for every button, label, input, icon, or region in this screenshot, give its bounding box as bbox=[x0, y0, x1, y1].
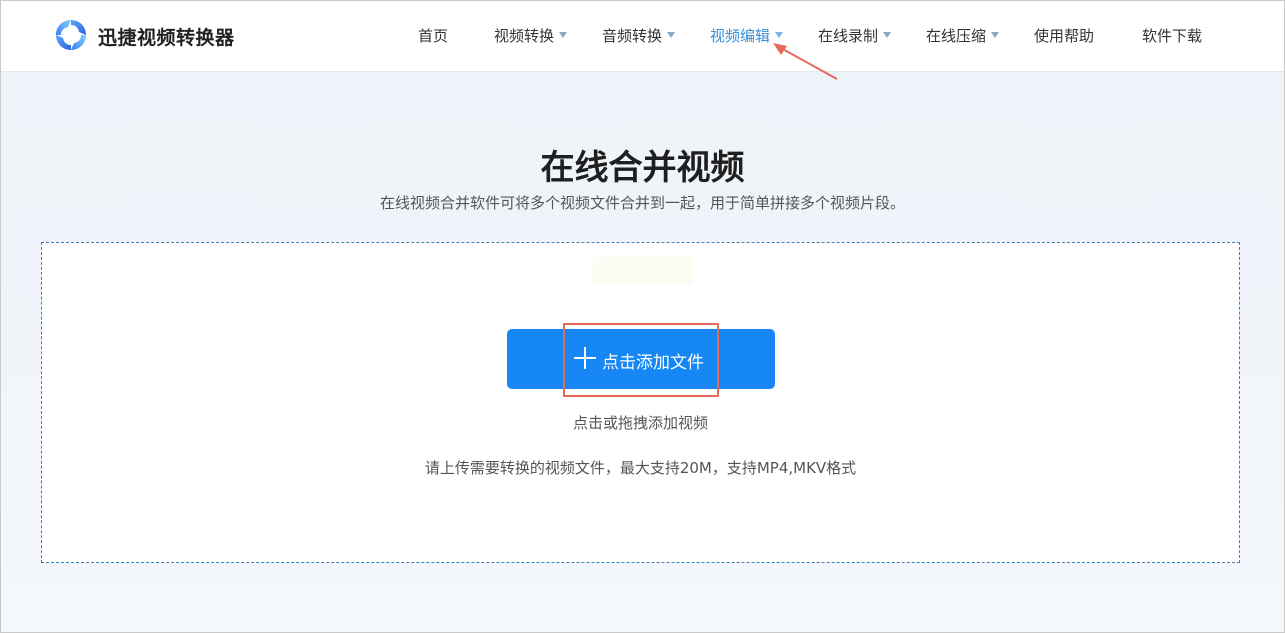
chevron-down-icon bbox=[775, 32, 784, 38]
chevron-down-icon bbox=[667, 32, 676, 38]
top-navbar: 迅捷视频转换器 首页 视频转换 音频转换 视频编辑 在线录制 在线压缩 使用帮助… bbox=[1, 1, 1284, 72]
main-content: 在线合并视频 在线视频合并软件可将多个视频文件合并到一起，用于简单拼接多个视频片… bbox=[1, 72, 1284, 632]
page-title: 在线合并视频 bbox=[540, 148, 745, 188]
nav-online-compress[interactable]: 在线压缩 bbox=[926, 25, 1000, 46]
upload-hint: 点击或拖拽添加视频 bbox=[572, 414, 708, 432]
nav-video-edit-label: 视频编辑 bbox=[710, 27, 771, 45]
nav-online-compress-label: 在线压缩 bbox=[926, 27, 987, 45]
page-subtitle: 在线视频合并软件可将多个视频文件合并到一起，用于简单拼接多个视频片段。 bbox=[379, 194, 905, 212]
nav-video-convert-label: 视频转换 bbox=[494, 27, 555, 45]
logo-icon[interactable] bbox=[53, 17, 89, 53]
plus-icon bbox=[574, 347, 596, 369]
nav-audio-convert[interactable]: 音频转换 bbox=[602, 25, 676, 46]
chevron-down-icon bbox=[559, 32, 568, 38]
nav-audio-convert-label: 音频转换 bbox=[602, 27, 663, 45]
nav-help-label: 使用帮助 bbox=[1034, 27, 1095, 45]
brand-name[interactable]: 迅捷视频转换器 bbox=[98, 23, 235, 50]
nav-video-convert[interactable]: 视频转换 bbox=[494, 25, 568, 46]
add-file-button-label: 点击添加文件 bbox=[602, 353, 704, 373]
nav-download-label: 软件下载 bbox=[1142, 27, 1203, 45]
page-frame: 迅捷视频转换器 首页 视频转换 音频转换 视频编辑 在线录制 在线压缩 使用帮助… bbox=[0, 0, 1285, 633]
add-file-button[interactable]: 点击添加文件 bbox=[507, 329, 775, 389]
chevron-down-icon bbox=[883, 32, 892, 38]
nav-home[interactable]: 首页 bbox=[418, 25, 448, 46]
chevron-down-icon bbox=[991, 32, 1000, 38]
decorative-highlight bbox=[593, 257, 693, 285]
annotation-arrow-icon bbox=[773, 43, 838, 80]
upload-note: 请上传需要转换的视频文件，最大支持20M，支持MP4,MKV格式 bbox=[424, 459, 857, 477]
upload-dropzone[interactable]: 点击添加文件 点击或拖拽添加视频 请上传需要转换的视频文件，最大支持20M，支持… bbox=[41, 242, 1240, 563]
nav-home-label: 首页 bbox=[418, 27, 449, 45]
nav-download[interactable]: 软件下载 bbox=[1142, 25, 1202, 46]
nav-help[interactable]: 使用帮助 bbox=[1034, 25, 1094, 46]
